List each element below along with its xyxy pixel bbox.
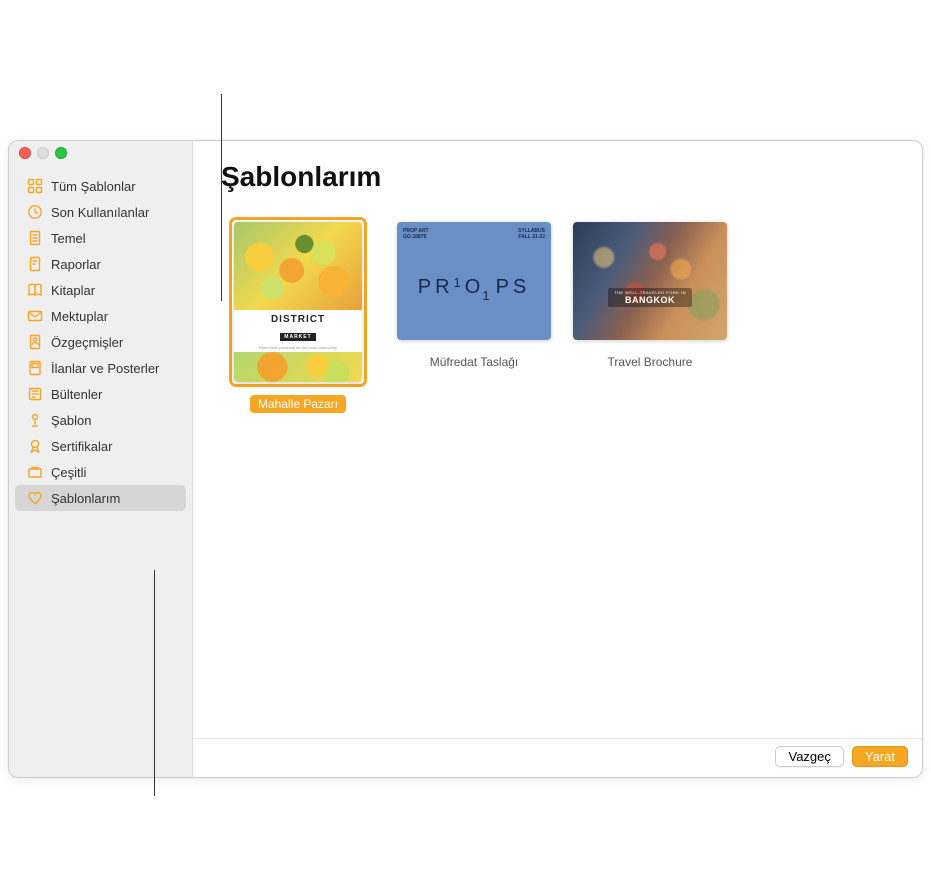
sidebar-item-label: Raporlar xyxy=(51,257,101,272)
template-item-mahalle-pazari[interactable]: DISTRICT MARKET Farm fresh products for … xyxy=(221,217,375,413)
sidebar-item-label: Kitaplar xyxy=(51,283,95,298)
templates-grid: DISTRICT MARKET Farm fresh products for … xyxy=(193,203,922,738)
sidebar-item-my-templates[interactable]: Şablonlarım xyxy=(15,485,186,511)
sidebar-item-all-templates[interactable]: Tüm Şablonlar xyxy=(15,173,186,199)
sidebar: Tüm Şablonlar Son Kullanılanlar Temel Ra… xyxy=(9,141,193,777)
grid-icon xyxy=(27,178,43,194)
thumb-text: BANGKOK xyxy=(614,295,686,305)
create-button[interactable]: Yarat xyxy=(852,746,908,767)
sidebar-item-miscellaneous[interactable]: Çeşitli xyxy=(15,459,186,485)
ribbon-icon xyxy=(27,438,43,454)
template-label: Müfredat Taslağı xyxy=(422,353,527,371)
cancel-button[interactable]: Vazgeç xyxy=(775,746,843,767)
heart-icon xyxy=(27,490,43,506)
clock-icon xyxy=(27,204,43,220)
sidebar-item-reports[interactable]: Raporlar xyxy=(15,251,186,277)
template-item-mufredat-taslagi[interactable]: PROP ART GO-10875 SYLLABUS FALL 21-22 PR… xyxy=(397,217,551,371)
sidebar-item-label: Özgeçmişler xyxy=(51,335,123,350)
stationery-icon xyxy=(27,412,43,428)
sidebar-item-label: Tüm Şablonlar xyxy=(51,179,136,194)
thumb-text: PR1O1PS xyxy=(403,240,545,334)
envelope-icon xyxy=(27,308,43,324)
sidebar-item-label: İlanlar ve Posterler xyxy=(51,361,159,376)
sidebar-item-label: Mektuplar xyxy=(51,309,108,324)
sidebar-item-recents[interactable]: Son Kullanılanlar xyxy=(15,199,186,225)
sidebar-item-label: Çeşitli xyxy=(51,465,86,480)
template-item-travel-brochure[interactable]: THE WELL-TRAVELED FORK IN BANGKOK Travel… xyxy=(573,217,727,371)
callout-line xyxy=(221,94,222,301)
thumb-text: MARKET xyxy=(280,333,315,341)
template-thumbnail: PROP ART GO-10875 SYLLABUS FALL 21-22 PR… xyxy=(397,222,551,340)
sidebar-item-label: Son Kullanılanlar xyxy=(51,205,149,220)
sidebar-item-label: Sertifikalar xyxy=(51,439,112,454)
template-label: Mahalle Pazarı xyxy=(250,395,346,413)
zoom-window-button[interactable] xyxy=(55,147,67,159)
dialog-footer: Vazgeç Yarat xyxy=(193,738,922,777)
main-content: Şablonlarım DISTRICT MARKET Farm fresh p… xyxy=(193,141,922,777)
poster-icon xyxy=(27,360,43,376)
thumb-text: DISTRICT xyxy=(234,314,362,325)
misc-icon xyxy=(27,464,43,480)
template-label: Travel Brochure xyxy=(600,353,701,371)
main-header: Şablonlarım xyxy=(193,141,922,203)
template-thumbnail: DISTRICT MARKET Farm fresh products for … xyxy=(234,222,362,382)
person-icon xyxy=(27,334,43,350)
callout-line xyxy=(154,570,155,796)
thumb-text: Farm fresh products for the local commun… xyxy=(234,345,362,350)
newsletter-icon xyxy=(27,386,43,402)
document-icon xyxy=(27,230,43,246)
sidebar-item-label: Temel xyxy=(51,231,86,246)
minimize-window-button[interactable] xyxy=(37,147,49,159)
close-window-button[interactable] xyxy=(19,147,31,159)
sidebar-item-label: Şablonlarım xyxy=(51,491,120,506)
template-thumbnail: THE WELL-TRAVELED FORK IN BANGKOK xyxy=(573,222,727,340)
sidebar-item-basic[interactable]: Temel xyxy=(15,225,186,251)
sidebar-item-books[interactable]: Kitaplar xyxy=(15,277,186,303)
book-icon xyxy=(27,282,43,298)
sidebar-item-letters[interactable]: Mektuplar xyxy=(15,303,186,329)
page-title: Şablonlarım xyxy=(221,161,894,193)
sidebar-item-label: Şablon xyxy=(51,413,91,428)
sidebar-item-flyers-posters[interactable]: İlanlar ve Posterler xyxy=(15,355,186,381)
window-traffic-lights xyxy=(19,147,67,159)
template-chooser-window: Tüm Şablonlar Son Kullanılanlar Temel Ra… xyxy=(8,140,923,778)
report-icon xyxy=(27,256,43,272)
sidebar-item-label: Bültenler xyxy=(51,387,102,402)
sidebar-item-certificates[interactable]: Sertifikalar xyxy=(15,433,186,459)
sidebar-item-newsletters[interactable]: Bültenler xyxy=(15,381,186,407)
sidebar-item-stationery[interactable]: Şablon xyxy=(15,407,186,433)
sidebar-item-resumes[interactable]: Özgeçmişler xyxy=(15,329,186,355)
